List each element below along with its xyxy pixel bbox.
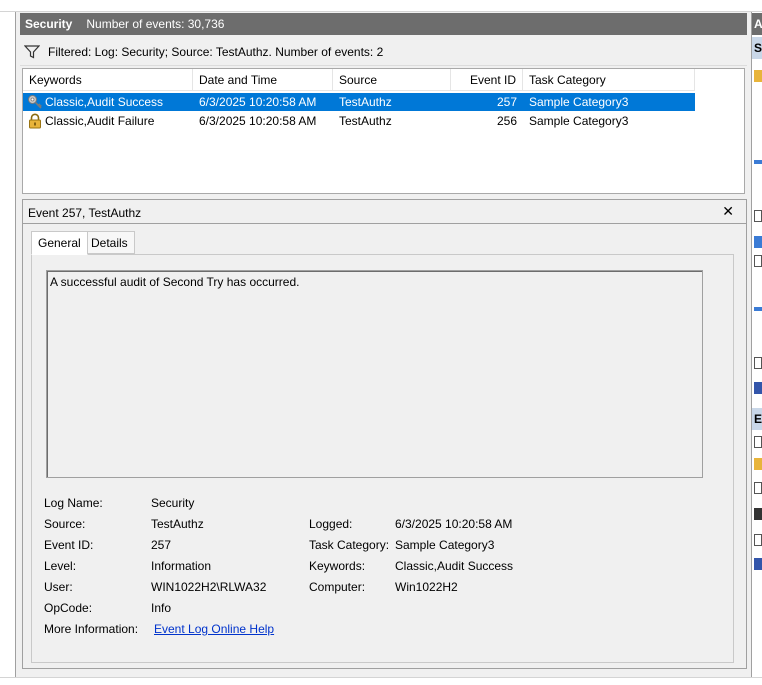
tab-details[interactable]: Details — [84, 231, 135, 254]
logged-label: Logged: — [309, 517, 353, 531]
column-header-event-id[interactable]: Event ID — [451, 69, 523, 91]
action-icon[interactable] — [754, 482, 762, 494]
level-value: Information — [151, 559, 212, 573]
bottom-strip — [0, 677, 762, 685]
left-pane-edge — [0, 12, 16, 685]
action-icon[interactable] — [754, 357, 762, 369]
table-row[interactable]: Classic,Audit Failure 6/3/2025 10:20:58 … — [23, 112, 695, 130]
row-task-category-cell: Sample Category3 — [529, 114, 629, 128]
tab-general[interactable]: General — [31, 231, 88, 255]
source-value: TestAuthz — [151, 517, 204, 531]
task-category-label: Task Category: — [309, 538, 390, 552]
top-strip — [0, 0, 762, 12]
actions-section-security[interactable]: S — [752, 37, 762, 59]
lock-icon — [29, 113, 41, 129]
action-icon[interactable] — [754, 436, 762, 448]
row-keywords-cell: Classic,Audit Success — [23, 94, 193, 110]
column-header-task-category[interactable]: Task Category — [523, 69, 695, 91]
user-label: User: — [44, 580, 73, 594]
opcode-label: OpCode: — [44, 601, 93, 615]
action-icon[interactable] — [754, 236, 762, 248]
column-header-keywords[interactable]: Keywords — [23, 69, 193, 91]
event-log-online-help-link[interactable]: Event Log Online Help — [154, 622, 274, 636]
row-event-id-cell: 256 — [496, 114, 517, 128]
event-id-label: Event ID: — [44, 538, 94, 552]
action-icon[interactable] — [754, 307, 762, 311]
event-detail-pane: Event 257, TestAuthz ✕ General Details A… — [22, 199, 747, 669]
row-datetime-cell: 6/3/2025 10:20:58 AM — [199, 95, 317, 109]
computer-label: Computer: — [309, 580, 366, 594]
close-icon[interactable]: ✕ — [722, 203, 734, 220]
detail-title: Event 257, TestAuthz — [28, 206, 142, 220]
row-event-id-cell: 257 — [496, 95, 517, 109]
action-icon[interactable] — [754, 558, 762, 570]
action-icon[interactable] — [754, 534, 762, 546]
opcode-value: Info — [151, 601, 172, 615]
keywords-value: Classic,Audit Success — [395, 559, 514, 573]
action-icon[interactable] — [754, 70, 762, 82]
keywords-text: Classic,Audit Success — [45, 95, 164, 109]
event-id-value: 257 — [151, 538, 172, 552]
list-header: Keywords Date and Time Source Event ID T… — [23, 69, 695, 91]
event-count: Number of events: 30,736 — [86, 17, 225, 31]
filter-bar: Filtered: Log: Security; Source: TestAut… — [20, 38, 747, 66]
event-list[interactable]: Keywords Date and Time Source Event ID T… — [22, 68, 745, 194]
action-icon[interactable] — [754, 508, 762, 520]
action-icon[interactable] — [754, 160, 762, 164]
keywords-label: Keywords: — [309, 559, 366, 573]
row-source-cell: TestAuthz — [339, 95, 392, 109]
more-information-label: More Information: — [44, 622, 139, 636]
source-label: Source: — [44, 517, 86, 531]
task-category-value: Sample Category3 — [395, 538, 495, 552]
keywords-text: Classic,Audit Failure — [45, 114, 155, 128]
row-task-category-cell: Sample Category3 — [529, 95, 629, 109]
table-row[interactable]: Classic,Audit Success 6/3/2025 10:20:58 … — [23, 93, 695, 111]
row-datetime-cell: 6/3/2025 10:20:58 AM — [199, 114, 317, 128]
filter-description: Filtered: Log: Security; Source: TestAut… — [48, 44, 384, 59]
log-header-bar: Security Number of events: 30,736 — [20, 13, 747, 35]
action-icon[interactable] — [754, 255, 762, 267]
key-icon — [28, 95, 42, 109]
actions-section-event[interactable]: E — [752, 408, 762, 430]
actions-pane: A S E — [751, 12, 762, 685]
actions-pane-header: A — [752, 13, 762, 35]
row-keywords-cell: Classic,Audit Failure — [23, 113, 193, 129]
computer-value: Win1022H2 — [395, 580, 458, 594]
log-name-label: Log Name: — [44, 496, 103, 510]
user-value: WIN1022H2\RLWA32 — [151, 580, 267, 594]
logged-value: 6/3/2025 10:20:58 AM — [395, 517, 513, 531]
level-label: Level: — [44, 559, 77, 573]
column-header-date-time[interactable]: Date and Time — [193, 69, 333, 91]
event-description[interactable]: A successful audit of Second Try has occ… — [46, 270, 703, 478]
general-tab-content: A successful audit of Second Try has occ… — [31, 254, 734, 663]
log-name-value: Security — [151, 496, 195, 510]
row-source-cell: TestAuthz — [339, 114, 392, 128]
log-title: Security — [25, 17, 73, 31]
filter-icon — [24, 44, 40, 58]
column-header-source[interactable]: Source — [333, 69, 451, 91]
detail-divider — [23, 223, 746, 224]
action-icon[interactable] — [754, 458, 762, 470]
action-icon[interactable] — [754, 382, 762, 394]
action-icon[interactable] — [754, 210, 762, 222]
